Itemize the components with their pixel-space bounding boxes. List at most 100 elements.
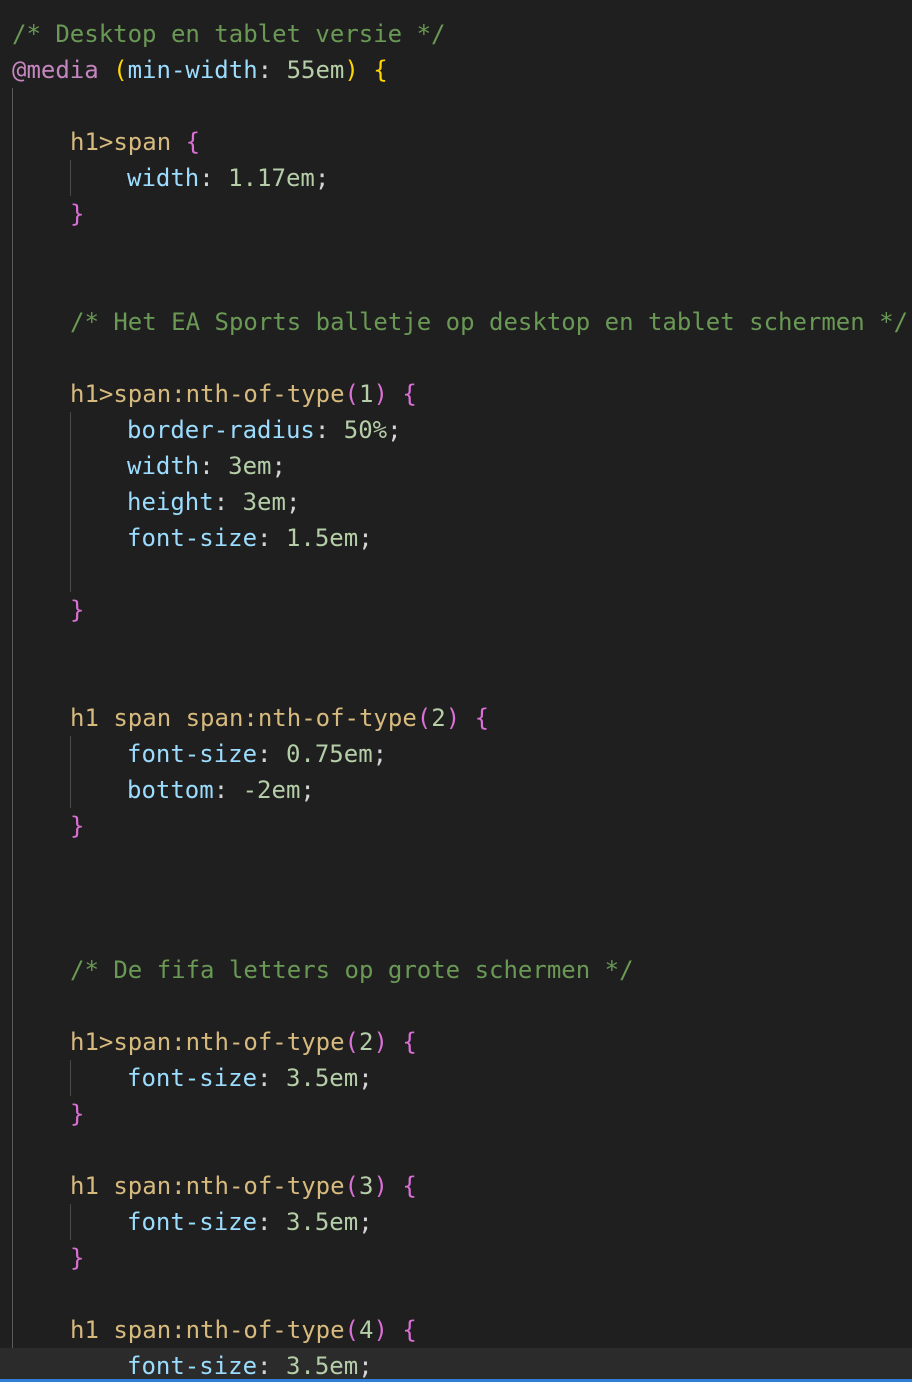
colon: :: [257, 1064, 286, 1092]
colon: :: [314, 416, 344, 444]
code-line-5: width: 1.17em;: [0, 160, 912, 196]
paren: ): [373, 1028, 388, 1056]
code-line-23: }: [0, 808, 912, 844]
code-line-11: h1>span:nth-of-type(1) {: [0, 376, 912, 412]
property: width: [127, 164, 200, 192]
property: min-width: [127, 56, 258, 84]
property: font-size: [127, 1064, 258, 1092]
brace: {: [402, 380, 417, 408]
property: width: [127, 452, 200, 480]
code-line-14: height: 3em;: [0, 484, 912, 520]
code-line-31: }: [0, 1096, 912, 1132]
paren: (: [344, 380, 359, 408]
semicolon: ;: [358, 1064, 373, 1092]
code-line-4: h1>span {: [0, 124, 912, 160]
semicolon: ;: [300, 776, 315, 804]
selector: h1 span span:nth-of-type: [70, 704, 417, 732]
property: bottom: [127, 776, 214, 804]
selector: h1 span:nth-of-type: [70, 1172, 345, 1200]
semicolon: ;: [314, 164, 330, 192]
code-line-34: font-size: 3.5em;: [0, 1204, 912, 1240]
paren: ): [373, 1316, 388, 1344]
code-line-20: h1 span span:nth-of-type(2) {: [0, 700, 912, 736]
code-line-12: border-radius: 50%;: [0, 412, 912, 448]
comment: /* Desktop en tablet versie */: [12, 20, 446, 48]
property: font-size: [127, 524, 258, 552]
argument: 1: [359, 380, 374, 408]
at-rule: @media: [12, 56, 99, 84]
value: 3.5em: [285, 1064, 359, 1092]
paren: ): [445, 704, 461, 732]
value: 50%: [343, 416, 388, 444]
value: 0.75em: [285, 740, 373, 768]
argument: 4: [359, 1316, 374, 1344]
code-line-6: }: [0, 196, 912, 232]
value: 55em: [286, 56, 345, 84]
code-line-9: /* Het EA Sports balletje op desktop en …: [0, 304, 912, 340]
colon: :: [199, 164, 229, 192]
code-line-37: h1 span:nth-of-type(4) {: [0, 1312, 912, 1348]
value: 1.17em: [228, 164, 315, 192]
value: 3.5em: [285, 1208, 359, 1236]
brace: {: [402, 1028, 417, 1056]
brace: {: [474, 704, 490, 732]
code-line-38-current[interactable]: font-size: 3.5em;: [0, 1348, 912, 1382]
paren: (: [344, 1028, 359, 1056]
colon: :: [213, 488, 243, 516]
code-line-29: h1>span:nth-of-type(2) {: [0, 1024, 912, 1060]
colon: :: [257, 740, 286, 768]
colon: :: [257, 1208, 286, 1236]
paren: ): [344, 56, 359, 84]
code-line-27: /* De fifa letters op grote schermen */: [0, 952, 912, 988]
paren: (: [416, 704, 432, 732]
brace: {: [373, 56, 388, 84]
brace: {: [185, 128, 201, 156]
code-line-1: /* Desktop en tablet versie */: [0, 16, 912, 52]
code-line-2: @media (min-width: 55em) {: [0, 52, 912, 88]
brace: }: [70, 596, 85, 624]
code-line-21: font-size: 0.75em;: [0, 736, 912, 772]
paren: (: [113, 56, 128, 84]
value: -2em: [242, 776, 301, 804]
value: 3em: [228, 452, 272, 480]
brace: }: [70, 1244, 85, 1272]
code-line-35: }: [0, 1240, 912, 1276]
paren: (: [344, 1316, 359, 1344]
paren: ): [373, 380, 388, 408]
selector: h1 span:nth-of-type: [70, 1316, 345, 1344]
selector: h1>span:nth-of-type: [70, 380, 345, 408]
value: 1.5em: [285, 524, 359, 552]
code-editor[interactable]: /* Desktop en tablet versie */ @media (m…: [0, 0, 912, 1382]
value: 3em: [242, 488, 286, 516]
selector: h1>span: [70, 128, 172, 156]
semicolon: ;: [358, 1208, 373, 1236]
property: font-size: [127, 1352, 258, 1380]
code-line-33: h1 span:nth-of-type(3) {: [0, 1168, 912, 1204]
semicolon: ;: [358, 524, 373, 552]
comment: /* De fifa letters op grote schermen */: [70, 956, 634, 984]
brace: }: [70, 200, 85, 228]
property: border-radius: [127, 416, 315, 444]
semicolon: ;: [285, 488, 301, 516]
colon: :: [213, 776, 243, 804]
paren: ): [373, 1172, 388, 1200]
value: 3.5em: [285, 1352, 359, 1380]
brace: }: [70, 812, 85, 840]
code-line-30: font-size: 3.5em;: [0, 1060, 912, 1096]
colon: :: [199, 452, 229, 480]
semicolon: ;: [271, 452, 286, 480]
selector: h1>span:nth-of-type: [70, 1028, 345, 1056]
brace: {: [402, 1172, 417, 1200]
colon: :: [257, 524, 286, 552]
semicolon: ;: [372, 740, 388, 768]
paren: (: [344, 1172, 359, 1200]
property: font-size: [127, 1208, 258, 1236]
code-line-13: width: 3em;: [0, 448, 912, 484]
property: font-size: [127, 740, 258, 768]
brace: {: [402, 1316, 417, 1344]
argument: 2: [359, 1028, 374, 1056]
argument: 3: [359, 1172, 374, 1200]
semicolon: ;: [387, 416, 402, 444]
colon: :: [257, 1352, 286, 1380]
comment: /* Het EA Sports balletje op desktop en …: [70, 308, 909, 336]
